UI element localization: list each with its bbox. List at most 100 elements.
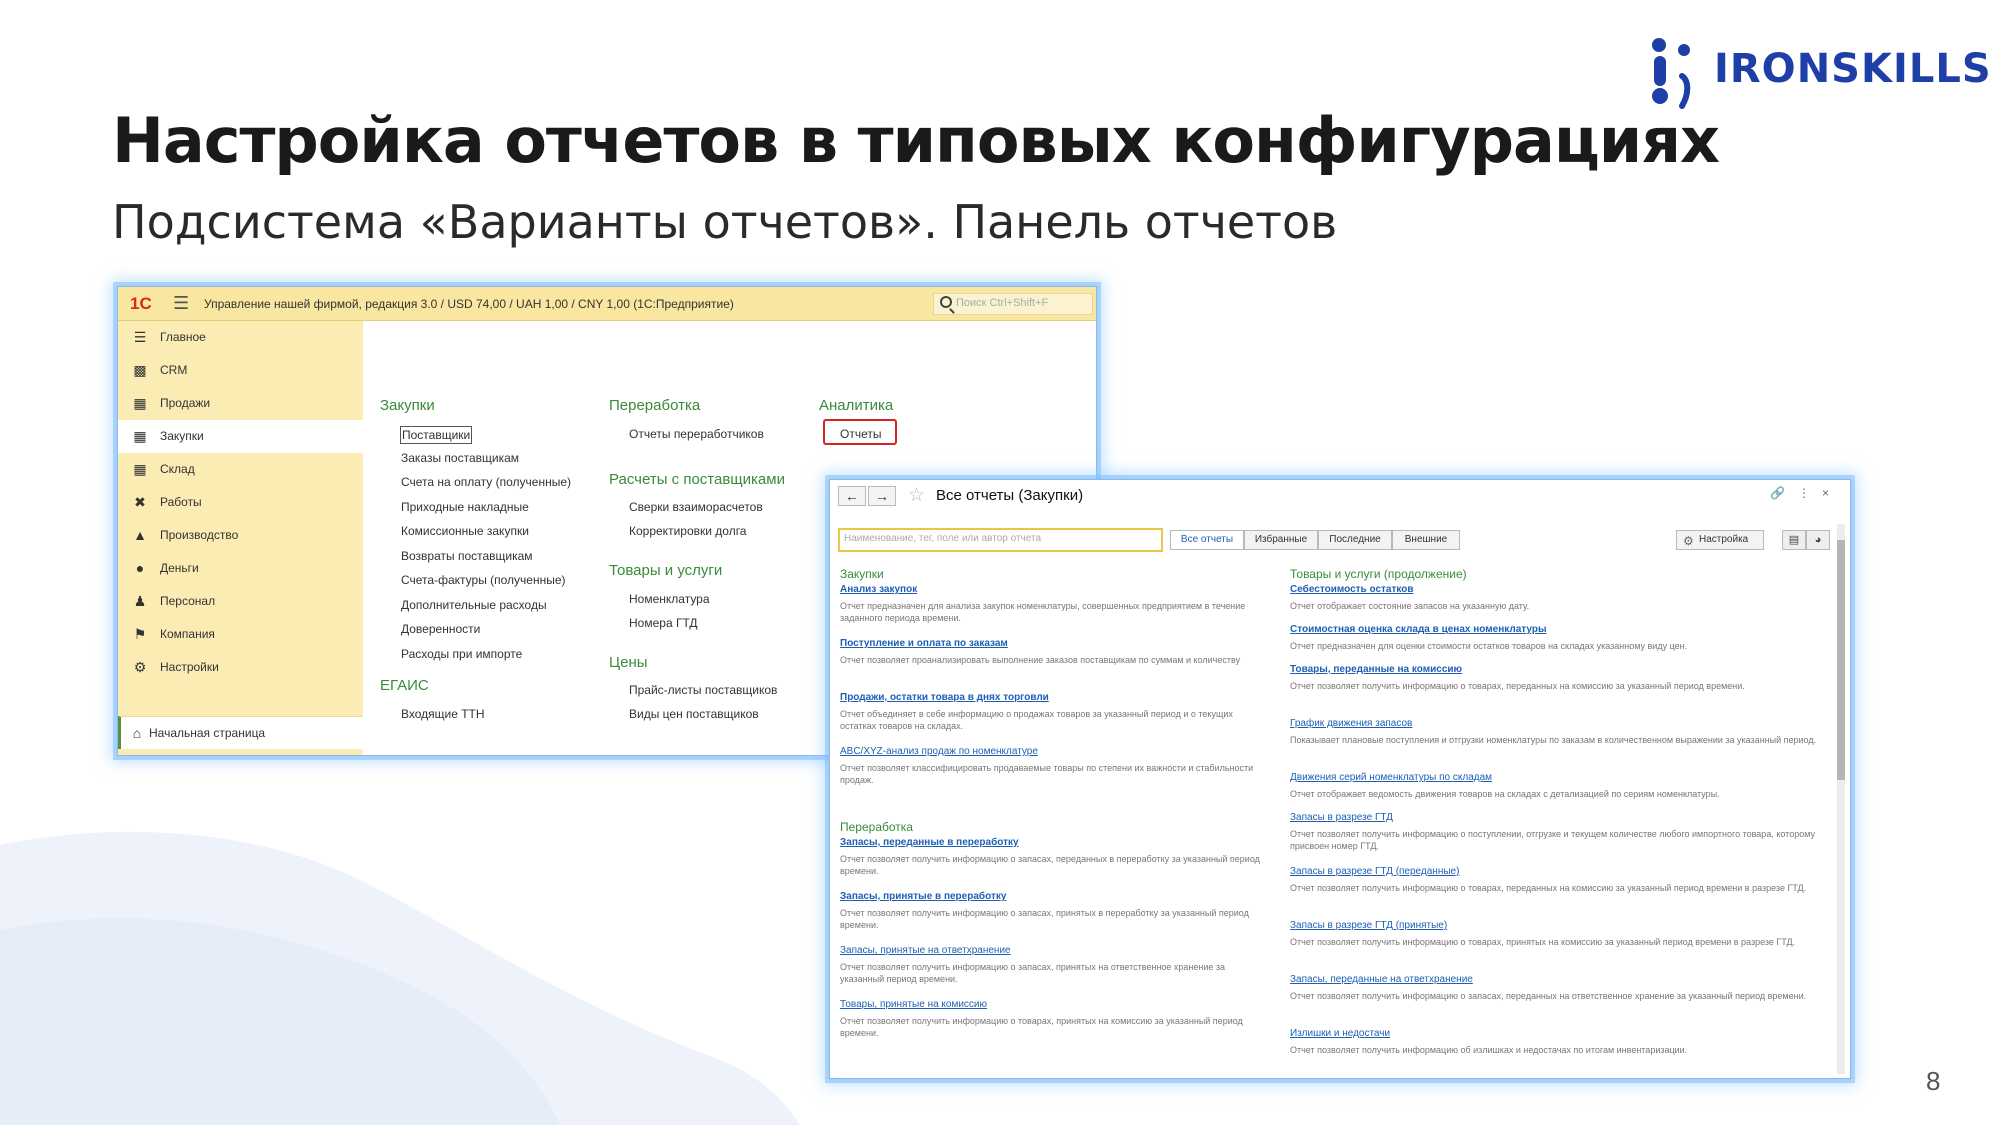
- sidebar-item-glavnoe[interactable]: ☰ Главное: [118, 321, 363, 354]
- report-link[interactable]: Излишки и недостачи: [1290, 1028, 1390, 1039]
- sidebar-item-sklad[interactable]: ▦ Склад: [118, 453, 363, 486]
- sidebar-item-dengi[interactable]: ● Деньги: [118, 552, 363, 585]
- more-options-icon[interactable]: ⋮: [1798, 486, 1810, 500]
- section-title-analitika: Аналитика: [819, 397, 894, 414]
- report-link[interactable]: Анализ закупок: [840, 584, 917, 595]
- brand-name: IRONSKILLS: [1714, 46, 1992, 92]
- report-link[interactable]: Товары, переданные на комиссию: [1290, 664, 1462, 675]
- report-description: Отчет позволяет получить информацию о то…: [840, 1016, 1243, 1038]
- link-prihodnye-nakladnye[interactable]: Приходные накладные: [401, 500, 529, 514]
- scrollbar-thumb[interactable]: [1837, 540, 1845, 780]
- link-icon[interactable]: 🔗: [1770, 486, 1785, 500]
- report-link[interactable]: Стоимостная оценка склада в ценах номенк…: [1290, 624, 1547, 635]
- sidebar-item-personal[interactable]: ♟ Персонал: [118, 585, 363, 618]
- link-nomera-gtd[interactable]: Номера ГТД: [629, 616, 698, 630]
- sidebar-item-home[interactable]: ⌂ Начальная страница: [118, 716, 363, 749]
- favorite-star-icon[interactable]: ☆: [908, 484, 925, 507]
- link-rashody-pri-importe[interactable]: Расходы при импорте: [401, 647, 522, 661]
- report-link[interactable]: Запасы в разрезе ГТД (принятые): [1290, 920, 1447, 931]
- report-link[interactable]: Поступление и оплата по заказам: [840, 638, 1008, 649]
- link-zakazy-postavshikam[interactable]: Заказы поставщикам: [401, 451, 519, 465]
- link-scheta-na-oplatu[interactable]: Счета на оплату (полученные): [401, 475, 571, 489]
- report-description: Отчет позволяет получить информацию о то…: [1290, 681, 1745, 691]
- sidebar-item-crm[interactable]: ▩ CRM: [118, 354, 363, 387]
- report-link[interactable]: Товары, принятые на комиссию: [840, 999, 987, 1010]
- global-search-input[interactable]: Поиск Ctrl+Shift+F: [933, 293, 1093, 315]
- sidebar-item-label: Компания: [160, 627, 215, 641]
- link-komissionnye-zakupki[interactable]: Комиссионные закупки: [401, 524, 529, 538]
- sidebar-item-proizvodstvo[interactable]: ▲ Производство: [118, 519, 363, 552]
- sidebar-item-kompaniya[interactable]: ⚑ Компания: [118, 618, 363, 651]
- chart-view-icon[interactable]: ◕: [1806, 530, 1830, 550]
- link-scheta-faktury[interactable]: Счета-фактуры (полученные): [401, 573, 566, 587]
- sidebar-item-zakupki[interactable]: ▦ Закупки: [118, 420, 363, 453]
- report-description: Отчет позволяет получить информацию о то…: [1290, 883, 1807, 893]
- cart-icon: ▦: [133, 395, 147, 411]
- tab-external[interactable]: Внешние: [1392, 530, 1460, 550]
- section-title-raschety: Расчеты с поставщиками: [609, 471, 785, 488]
- report-link[interactable]: Запасы в разрезе ГТД (переданные): [1290, 866, 1459, 877]
- window-title: Все отчеты (Закупки): [936, 487, 1084, 504]
- group-title: Товары и услуги (продолжение): [1290, 567, 1467, 581]
- all-reports-window: ← → ☆ Все отчеты (Закупки) 🔗 ⋮ × Наимено…: [829, 479, 1851, 1079]
- link-vozvraty-postavshikam[interactable]: Возвраты поставщикам: [401, 549, 533, 563]
- factory-icon: ▲: [133, 527, 147, 543]
- link-postavshiki[interactable]: Поставщики: [400, 426, 473, 444]
- close-icon[interactable]: ×: [1822, 486, 1829, 500]
- report-link[interactable]: ABC/XYZ-анализ продаж по номенклатуре: [840, 746, 1038, 757]
- money-icon: ●: [135, 560, 145, 576]
- link-doverennosti[interactable]: Доверенности: [401, 622, 480, 636]
- link-vidy-cen[interactable]: Виды цен поставщиков: [629, 707, 759, 721]
- back-button[interactable]: ←: [838, 486, 866, 506]
- sidebar-item-nastroiki[interactable]: ⚙ Настройки: [118, 651, 363, 684]
- reports-search-placeholder: Наименование, тег, поле или автор отчета: [844, 533, 1042, 544]
- list-view-icon[interactable]: ▤: [1782, 530, 1806, 550]
- link-vhodyashie-ttn[interactable]: Входящие ТТН: [401, 707, 485, 721]
- link-dop-rashody[interactable]: Дополнительные расходы: [401, 598, 547, 612]
- slide-subtitle: Подсистема «Варианты отчетов». Панель от…: [112, 195, 1338, 249]
- link-korrektirovki-dolga[interactable]: Корректировки долга: [629, 524, 746, 538]
- section-title-zakupki: Закупки: [380, 397, 435, 414]
- sidebar-item-label: Настройки: [160, 660, 219, 674]
- report-description: Отчет позволяет получить информацию о за…: [840, 908, 1249, 930]
- report-link[interactable]: Продажи, остатки товара в днях торговли: [840, 692, 1049, 703]
- tools-icon: ✖: [134, 494, 146, 510]
- report-link[interactable]: Запасы, принятые в переработку: [840, 891, 1006, 902]
- report-link[interactable]: График движения запасов: [1290, 718, 1412, 729]
- report-link[interactable]: Запасы, переданные на ответхранение: [1290, 974, 1473, 985]
- report-description: Отчет позволяет получить информацию о по…: [1290, 829, 1815, 851]
- settings-icon: ⚙: [1683, 534, 1694, 548]
- warehouse-icon: ▦: [133, 461, 147, 477]
- sidebar-item-label: CRM: [160, 363, 188, 377]
- link-otchety-pererabotchikov[interactable]: Отчеты переработчиков: [629, 427, 764, 441]
- tab-recent[interactable]: Последние: [1318, 530, 1392, 550]
- report-link[interactable]: Запасы в разрезе ГТД: [1290, 812, 1393, 823]
- report-description: Отчет позволяет проанализировать выполне…: [840, 655, 1241, 665]
- report-description: Отчет объединяет в себе информацию о про…: [840, 709, 1233, 731]
- report-link[interactable]: Запасы, принятые на ответхранение: [840, 945, 1011, 956]
- link-sverki[interactable]: Сверки взаиморасчетов: [629, 500, 763, 514]
- report-description: Отчет позволяет получить информацию о за…: [840, 962, 1226, 984]
- brand-logo-icon: [1652, 38, 1691, 109]
- forward-button[interactable]: →: [868, 486, 896, 506]
- reports-search-input[interactable]: Наименование, тег, поле или автор отчета: [838, 528, 1163, 552]
- people-icon: ♟: [133, 593, 147, 609]
- tab-favorites[interactable]: Избранные: [1244, 530, 1318, 550]
- report-link[interactable]: Запасы, переданные в переработку: [840, 837, 1019, 848]
- settings-button[interactable]: ⚙ Настройка: [1676, 530, 1764, 550]
- search-icon: [940, 296, 952, 308]
- sidebar-item-raboty[interactable]: ✖ Работы: [118, 486, 363, 519]
- slide: IRONSKILLS Настройка отчетов в типовых к…: [0, 0, 2000, 1125]
- report-link[interactable]: Движения серий номенклатуры по складам: [1290, 772, 1492, 783]
- sidebar-item-label: Деньги: [160, 561, 199, 575]
- tab-all-reports[interactable]: Все отчеты: [1170, 530, 1244, 550]
- app-title: Управление нашей фирмой, редакция 3.0 / …: [204, 297, 734, 311]
- report-description: Отчет позволяет получить информацию о за…: [840, 854, 1260, 876]
- link-otchety[interactable]: Отчеты: [840, 427, 881, 441]
- report-link[interactable]: Себестоимость остатков: [1290, 584, 1414, 595]
- sidebar-item-prodazhi[interactable]: ▦ Продажи: [118, 387, 363, 420]
- report-description: Отчет предназначен для анализа закупок н…: [840, 601, 1246, 623]
- link-prais-listy[interactable]: Прайс-листы поставщиков: [629, 683, 777, 697]
- link-nomenklatura[interactable]: Номенклатура: [629, 592, 710, 606]
- main-menu-icon[interactable]: ☰: [173, 293, 189, 314]
